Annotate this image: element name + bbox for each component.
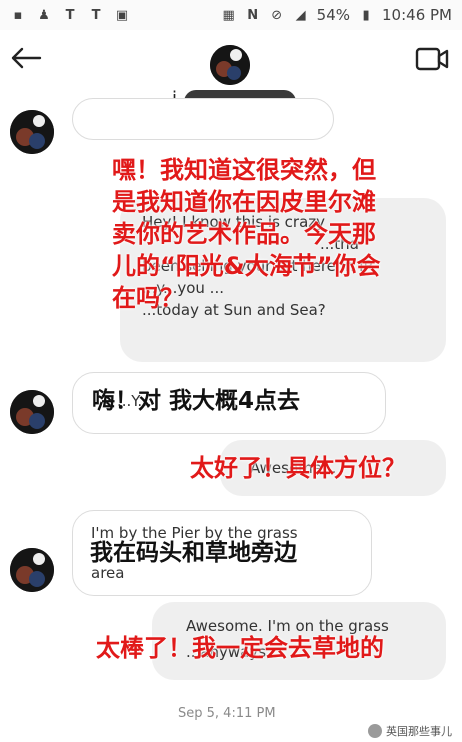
watermark-text: 英国那些事儿	[386, 725, 452, 738]
translation-overlay: 太棒了！我一定会去草地的	[96, 634, 384, 662]
battery-percent: 54%	[316, 6, 351, 24]
translation-overlay: 我在码头和草地旁边	[90, 540, 297, 566]
contact-avatar[interactable]	[210, 45, 250, 85]
message-timestamp: Sep 5, 4:11 PM	[178, 706, 276, 721]
translation-line: 是我知道你在因皮里尔滩	[112, 188, 376, 216]
translation-line: 卖你的艺术作品。今天那	[112, 220, 376, 248]
back-button[interactable]	[8, 40, 44, 76]
avatar-photo-icon	[10, 548, 54, 592]
battery-icon: ▮	[362, 7, 370, 23]
message-list[interactable]: Hey! I know this is crazy ...tha been se…	[0, 98, 462, 742]
video-camera-icon	[415, 47, 449, 71]
mute-icon: ⊘	[271, 7, 283, 23]
back-arrow-icon	[11, 47, 42, 69]
avatar-photo-icon	[10, 390, 54, 434]
tmobile-icon: T	[65, 7, 75, 23]
watermark: 英国那些事儿	[368, 723, 452, 739]
system-icons: ▦ N ⊘ ◢ 54% ▮ 10:46 PM	[221, 6, 462, 24]
incoming-message-partial[interactable]	[72, 98, 334, 140]
clock: 10:46 PM	[382, 6, 452, 24]
sender-avatar	[10, 110, 54, 154]
snapchat-icon: ♟	[38, 7, 50, 23]
nfc-icon: ▦	[222, 7, 235, 23]
nfc-n-icon: N	[247, 7, 259, 23]
translation-line: 嘿！我知道这很突然，但	[112, 156, 376, 184]
avatar-photo-icon	[210, 45, 250, 85]
notification-icons: ▪ ♟ T T ▣	[0, 8, 130, 23]
translation-overlay: 嗨！对 我大概4点去	[92, 388, 301, 414]
translation-overlay: 太好了！具体方位？	[190, 454, 406, 482]
signal-icon: ◢	[295, 7, 306, 23]
wechat-logo-icon	[368, 724, 382, 738]
chat-icon: ▪	[13, 7, 23, 23]
sender-avatar	[10, 548, 54, 592]
image-icon: ▣	[115, 7, 129, 23]
translation-line: 在吗？	[112, 284, 184, 312]
translation-overlay: 嘿！我知道这很突然，但 是我知道你在因皮里尔滩 卖你的艺术作品。今天那 儿的“阳…	[112, 154, 452, 314]
tmobile-icon-2: T	[91, 7, 101, 23]
sender-avatar	[10, 390, 54, 434]
translation-line: 儿的“阳光&大海节”你会	[112, 252, 381, 280]
video-call-button[interactable]	[414, 44, 450, 74]
avatar-photo-icon	[10, 110, 54, 154]
status-bar: ▪ ♟ T T ▣ ▦ N ⊘ ◢ 54% ▮ 10:46 PM	[0, 0, 462, 30]
